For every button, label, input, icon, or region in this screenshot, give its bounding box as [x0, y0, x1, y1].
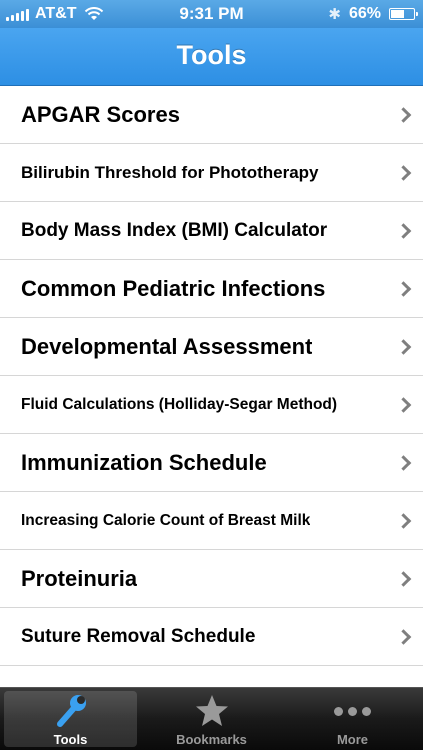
chevron-right-icon [395, 570, 412, 587]
page-title: Tools [176, 40, 247, 70]
tab-label: Tools [53, 732, 88, 747]
list-item-bmi-calculator[interactable]: Body Mass Index (BMI) Calculator [0, 202, 423, 260]
tab-label: Bookmarks [176, 732, 247, 747]
list-item-label: Fluid Calculations (Holliday-Segar Metho… [21, 395, 338, 413]
list-item-label: Common Pediatric Infections [21, 275, 326, 301]
list-item-increasing-calorie-count[interactable]: Increasing Calorie Count of Breast Milk [0, 492, 423, 550]
list-item-label: APGAR Scores [21, 101, 180, 127]
battery-icon [389, 8, 418, 20]
chevron-right-icon [395, 454, 412, 471]
battery-percent: 66% [348, 5, 381, 22]
list-item-bilirubin-threshold[interactable]: Bilirubin Threshold for Phototherapy [0, 144, 423, 202]
chevron-right-icon [395, 164, 412, 181]
chevron-right-icon [395, 222, 412, 239]
list-item-immunization-schedule[interactable]: Immunization Schedule [0, 434, 423, 492]
list-item-label: Increasing Calorie Count of Breast Milk [21, 511, 311, 529]
tab-tools[interactable]: Tools [0, 688, 141, 750]
chevron-right-icon [395, 628, 412, 645]
chevron-right-icon [395, 338, 412, 355]
list-item-partial[interactable] [0, 666, 423, 687]
more-dots-icon [333, 692, 373, 730]
list-item-suture-removal-schedule[interactable]: Suture Removal Schedule [0, 608, 423, 666]
tab-label: More [336, 732, 369, 747]
chevron-right-icon [395, 280, 412, 297]
chevron-right-icon [395, 512, 412, 529]
list-item-common-pediatric-infections[interactable]: Common Pediatric Infections [0, 260, 423, 318]
tab-bar: Tools Bookmarks More [0, 687, 423, 750]
tab-bookmarks[interactable]: Bookmarks [141, 688, 282, 750]
bluetooth-icon: ✱ [328, 6, 341, 23]
list-item-fluid-calculations[interactable]: Fluid Calculations (Holliday-Segar Metho… [0, 376, 423, 434]
list-item-label: Body Mass Index (BMI) Calculator [21, 219, 328, 241]
navigation-bar: Tools [0, 28, 423, 86]
list-item-label: Immunization Schedule [21, 449, 267, 475]
list-item-label: Proteinuria [21, 565, 138, 591]
chevron-right-icon [395, 106, 412, 123]
chevron-right-icon [395, 396, 412, 413]
tab-more[interactable]: More [282, 688, 423, 750]
list-item-developmental-assessment[interactable]: Developmental Assessment [0, 318, 423, 376]
wrench-icon [51, 692, 91, 730]
status-right: ✱ 66% [328, 0, 418, 28]
list-item-proteinuria[interactable]: Proteinuria [0, 550, 423, 608]
status-bar: AT&T 9:31 PM ✱ 66% [0, 0, 423, 28]
list-item-apgar-scores[interactable]: APGAR Scores [0, 86, 423, 144]
list-item-label: Bilirubin Threshold for Phototherapy [21, 162, 319, 182]
list-item-label: Developmental Assessment [21, 333, 313, 359]
star-icon [192, 692, 232, 730]
tools-list[interactable]: APGAR Scores Bilirubin Threshold for Pho… [0, 86, 423, 687]
list-item-label: Suture Removal Schedule [21, 625, 256, 647]
